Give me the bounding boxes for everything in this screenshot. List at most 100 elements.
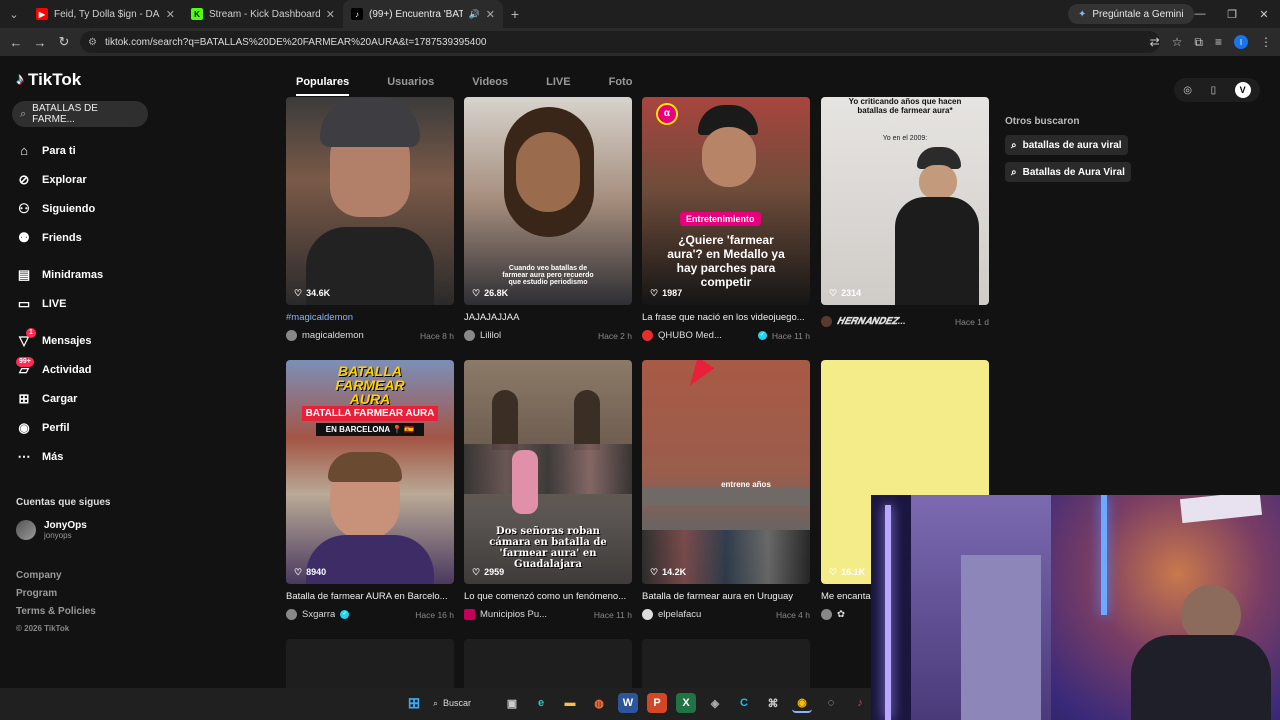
tab-populares[interactable]: Populares (296, 76, 350, 96)
video-caption[interactable]: Lo que comenzó como un fenómeno... (464, 591, 632, 603)
username[interactable]: Lililol (480, 330, 593, 341)
video-thumbnail[interactable]: BATALLA FARMEAR AURA BATALLA FARMEAR AUR… (286, 360, 454, 584)
browser-tab-tiktok[interactable]: ♪ (99+) Encuentra 'BATALLAS 🔊 ✕ (343, 0, 503, 28)
reload-icon[interactable]: ↻ (52, 34, 76, 50)
gemini-button[interactable]: ✦ Pregúntale a Gemini (1068, 4, 1194, 24)
speaker-icon[interactable]: 🔊 (469, 9, 480, 20)
media-icon[interactable]: ≡ (1215, 35, 1222, 49)
related-search-chip[interactable]: ⌕ batallas de aura viral (1005, 135, 1128, 155)
close-icon[interactable]: ✕ (166, 8, 175, 21)
sidebar-item-friends[interactable]: ⚉ Friends (16, 223, 103, 252)
extensions-icon[interactable]: ⧉ (1194, 35, 1203, 50)
sidebar-item-para-ti[interactable]: ⌂ Para ti (16, 136, 103, 165)
edge-icon[interactable]: e (531, 693, 551, 713)
sidebar-item-perfil[interactable]: ◉ Perfil (16, 413, 103, 442)
video-card[interactable]: entrene años ♡ 14.2K Batalla de farmear a… (642, 360, 810, 620)
gamepad-icon[interactable]: ⌘ (763, 693, 783, 713)
video-thumbnail[interactable]: Cuando veo batallas de farmear aura pero… (464, 97, 632, 305)
avatar[interactable] (464, 609, 475, 620)
sidebar-item-mensajes[interactable]: ▽ 1 Mensajes (16, 326, 103, 355)
avatar[interactable] (286, 609, 297, 620)
tab-usuarios[interactable]: Usuarios (387, 76, 434, 96)
video-thumbnail[interactable]: α Entretenimiento ¿Quiere 'farmear aura'… (642, 97, 810, 305)
video-card[interactable]: α Entretenimiento ¿Quiere 'farmear aura'… (642, 97, 810, 341)
url-field[interactable]: ⚙ tiktok.com/search?q=BATALLAS%20DE%20FA… (80, 31, 1160, 53)
tab-foto[interactable]: Foto (609, 76, 633, 96)
video-card[interactable]: Dos señoras roban cámara en batalla de '… (464, 360, 632, 620)
video-card[interactable]: Yo criticando años que hacen batallas de… (821, 97, 989, 327)
tiktok-taskbar-icon[interactable]: ♪ (850, 693, 870, 713)
file-explorer-icon[interactable]: ▬ (560, 693, 580, 713)
video-thumbnail[interactable]: ♡ 34.6K (286, 97, 454, 305)
followed-account[interactable]: JonyOps jonyops (16, 520, 87, 540)
tiktok-logo[interactable]: ♪ TikTok (16, 70, 81, 90)
avatar[interactable] (821, 609, 832, 620)
translate-icon[interactable]: ⇄ (1150, 35, 1160, 49)
maximize-icon[interactable]: ❐ (1216, 0, 1248, 28)
video-thumbnail-placeholder[interactable] (464, 639, 632, 688)
windows-start-icon[interactable]: ⊞ (404, 693, 424, 713)
app-icon[interactable]: ◈ (705, 693, 725, 713)
close-window-icon[interactable]: ✕ (1248, 0, 1280, 28)
footer-link-terms[interactable]: Terms & Policies (16, 606, 96, 624)
powerpoint-icon[interactable]: P (647, 693, 667, 713)
video-thumbnail-placeholder[interactable] (642, 639, 810, 688)
minimize-icon[interactable]: — (1184, 0, 1216, 28)
obs-icon[interactable]: ◌ (821, 693, 841, 713)
chrome-icon[interactable]: ◉ (792, 693, 812, 713)
close-icon[interactable]: ✕ (326, 8, 335, 21)
site-info-icon[interactable]: ⚙ (88, 37, 97, 48)
avatar[interactable] (464, 330, 475, 341)
username[interactable]: 𝑯𝑬𝑹𝑵𝑨𝑵𝑫𝑬𝒁... (837, 316, 950, 327)
username[interactable]: QHUBO Med... (658, 330, 753, 341)
back-icon[interactable]: ← (4, 35, 28, 50)
search-input[interactable]: ⌕ BATALLAS DE FARME... (12, 101, 148, 127)
bookmark-star-icon[interactable]: ☆ (1172, 35, 1183, 49)
tab-videos[interactable]: Videos (472, 76, 508, 96)
tab-search-icon[interactable]: ⌄ (0, 0, 28, 28)
word-icon[interactable]: W (618, 693, 638, 713)
sidebar-item-minidramas[interactable]: ▤ Minidramas (16, 260, 103, 289)
app-c-icon[interactable]: C (734, 693, 754, 713)
new-tab-button[interactable]: + (503, 6, 527, 22)
username[interactable]: elpelafacu (658, 609, 771, 620)
video-thumbnail[interactable]: Yo criticando años que hacen batallas de… (821, 97, 989, 305)
related-search-chip[interactable]: ⌕ Batallas de Aura Viral (1005, 162, 1131, 182)
sidebar-item-cargar[interactable]: ⊞ Cargar (16, 384, 103, 413)
video-caption[interactable]: Batalla de farmear aura en Uruguay (642, 591, 810, 603)
compass-small-icon[interactable]: ◎ (1183, 85, 1192, 96)
browser-tab-kick[interactable]: K Stream - Kick Dashboard ✕ (183, 0, 343, 28)
close-icon[interactable]: ✕ (486, 8, 495, 21)
footer-link-company[interactable]: Company (16, 570, 96, 588)
taskbar-search[interactable]: ⌕ Buscar (433, 692, 493, 714)
video-thumbnail[interactable]: Dos señoras roban cámara en batalla de '… (464, 360, 632, 584)
browser-tab-youtube[interactable]: ▶ Feid, Ty Dolla $ign - DALLAX (C ✕ (28, 0, 183, 28)
video-caption[interactable]: #magicaldemon (286, 312, 454, 324)
video-caption[interactable]: La frase que nació en los videojuego... (642, 312, 810, 324)
video-card[interactable]: BATALLA FARMEAR AURA BATALLA FARMEAR AUR… (286, 360, 454, 620)
username[interactable]: magicaldemon (302, 330, 415, 341)
sidebar-item-mas[interactable]: ⋯ Más (16, 442, 103, 471)
sidebar-item-actividad[interactable]: ▱ 99+ Actividad (16, 355, 103, 384)
task-view-icon[interactable]: ▣ (502, 693, 522, 713)
video-caption[interactable]: Batalla de farmear AURA en Barcelo... (286, 591, 454, 603)
excel-icon[interactable]: X (676, 693, 696, 713)
firefox-icon[interactable]: ◍ (589, 693, 609, 713)
video-thumbnail-placeholder[interactable] (286, 639, 454, 688)
sidebar-item-siguiendo[interactable]: ⚇ Siguiendo (16, 194, 103, 223)
forward-icon[interactable]: → (28, 35, 52, 50)
profile-avatar[interactable]: I (1234, 35, 1248, 49)
video-card[interactable]: ♡ 34.6K #magicaldemon magicaldemon Hace 8 … (286, 97, 454, 341)
username[interactable]: Municipios Pu... (480, 609, 589, 620)
avatar[interactable] (286, 330, 297, 341)
avatar[interactable] (642, 609, 653, 620)
username[interactable]: Sxgarra (302, 609, 335, 620)
footer-link-program[interactable]: Program (16, 588, 96, 606)
avatar[interactable] (821, 316, 832, 327)
video-caption[interactable]: JAJAJAJJAA (464, 312, 632, 324)
sidebar-item-explorar[interactable]: ⊘ Explorar (16, 165, 103, 194)
video-thumbnail[interactable]: entrene años ♡ 14.2K (642, 360, 810, 584)
kebab-menu-icon[interactable]: ⋮ (1260, 35, 1272, 49)
profile-avatar-icon[interactable]: V (1234, 82, 1251, 98)
video-card[interactable]: Cuando veo batallas de farmear aura pero… (464, 97, 632, 341)
